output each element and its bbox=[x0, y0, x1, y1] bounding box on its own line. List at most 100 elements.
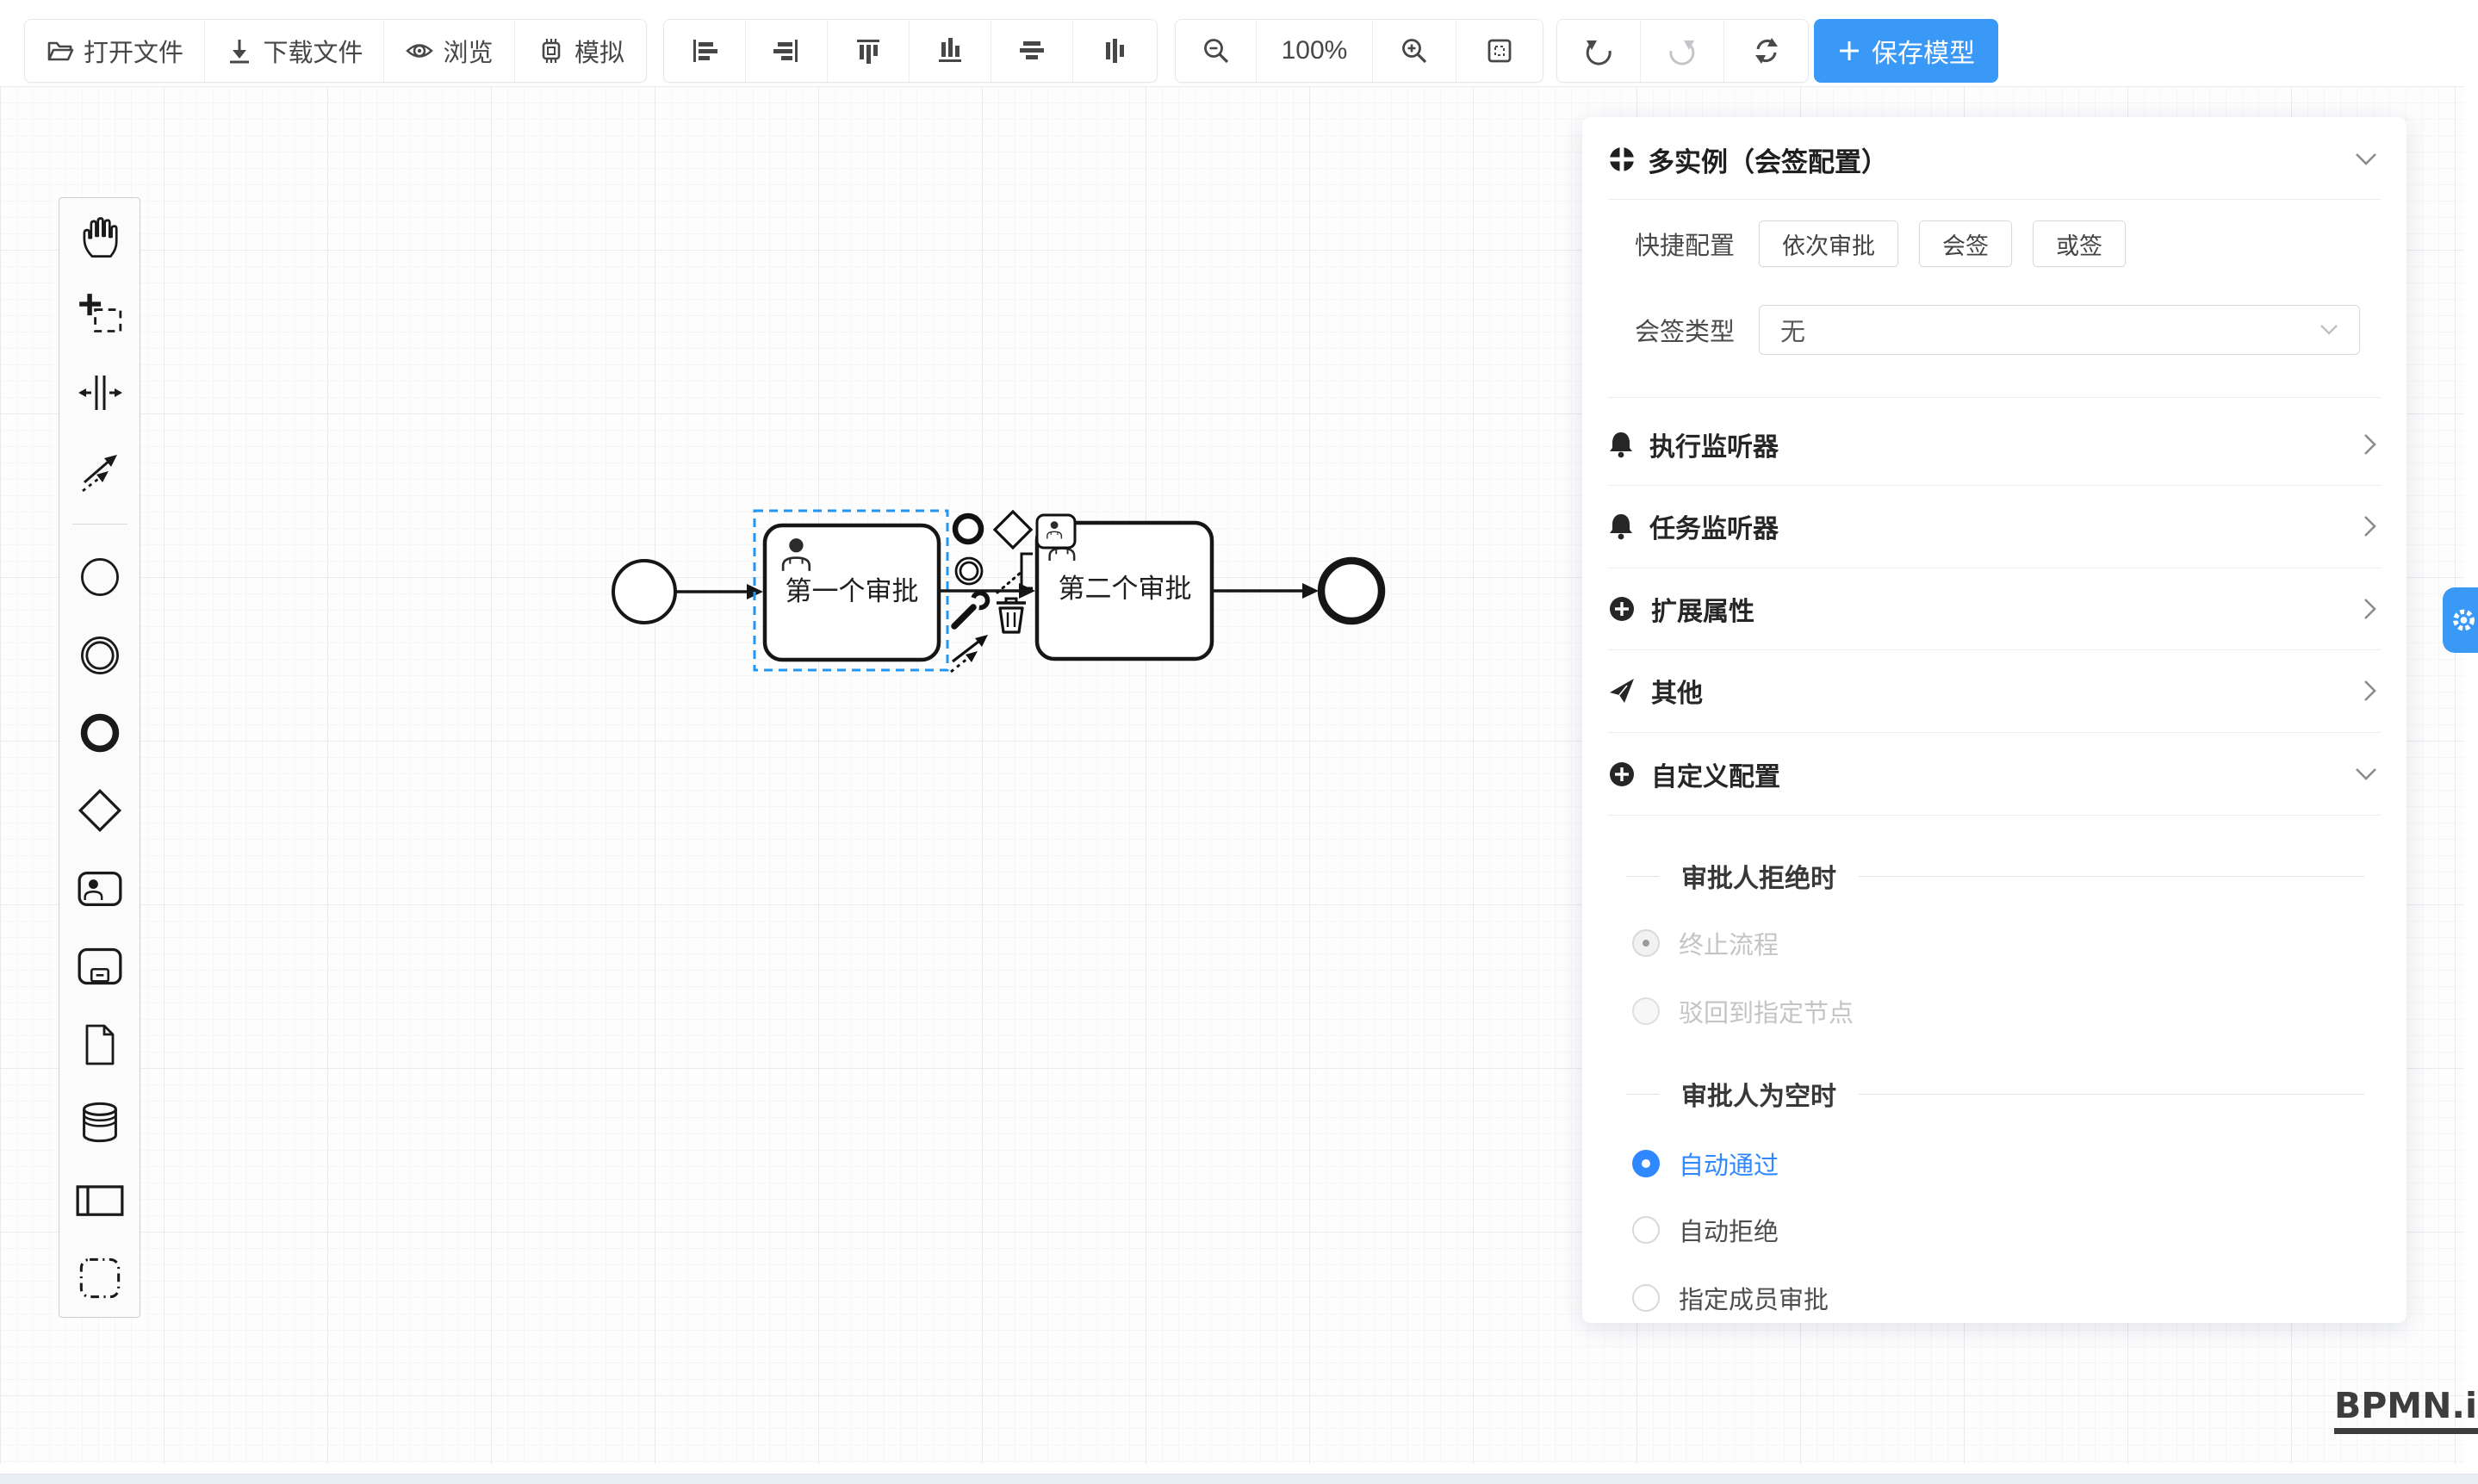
start-event-icon bbox=[78, 555, 122, 599]
plus-circle-icon bbox=[1608, 761, 1636, 788]
section-execution-listener[interactable]: 执行监听器 bbox=[1608, 419, 2377, 470]
properties-panel: 多实例（会签配置） 快捷配置 依次审批 会签 或签 会签类型 无 执行监听器 bbox=[1582, 117, 2407, 1323]
radio-return-to-node[interactable]: 驳回到指定节点 bbox=[1632, 994, 1854, 1028]
refresh-button[interactable] bbox=[1724, 20, 1808, 82]
trash-icon[interactable] bbox=[997, 599, 1026, 632]
or-sign-button[interactable]: 或签 bbox=[2033, 220, 2126, 267]
countersign-button[interactable]: 会签 bbox=[1919, 220, 2012, 267]
zoom-out-button[interactable] bbox=[1176, 20, 1257, 82]
create-data-object[interactable] bbox=[75, 1020, 125, 1070]
align-horizontal-center-button[interactable] bbox=[991, 20, 1073, 82]
group-icon bbox=[78, 1256, 122, 1301]
sequence-flow[interactable] bbox=[676, 584, 763, 599]
create-end-event[interactable] bbox=[75, 708, 125, 758]
sequence-flow[interactable] bbox=[1213, 583, 1319, 599]
preview-button[interactable]: 浏览 bbox=[384, 20, 515, 82]
section-custom-config[interactable]: 自定义配置 bbox=[1608, 748, 2377, 800]
settings-drawer-tab[interactable] bbox=[2443, 587, 2478, 653]
align-button-group bbox=[663, 19, 1158, 83]
file-button-group: 打开文件 下载文件 浏览 模拟 bbox=[24, 19, 647, 83]
zoom-in-button[interactable] bbox=[1373, 20, 1456, 82]
space-tool[interactable] bbox=[75, 368, 125, 418]
radio-designated-member[interactable]: 指定成员审批 bbox=[1632, 1281, 1829, 1315]
section-other[interactable]: 其他 bbox=[1608, 665, 2377, 717]
sign-type-value: 无 bbox=[1780, 312, 1805, 348]
folder-open-icon bbox=[46, 36, 75, 65]
task-label: 第二个审批 bbox=[1059, 574, 1192, 604]
task-label: 第一个审批 bbox=[786, 576, 919, 606]
participant-icon bbox=[76, 1177, 124, 1222]
sequential-approval-button[interactable]: 依次审批 bbox=[1759, 220, 1898, 267]
create-user-task[interactable] bbox=[75, 864, 125, 914]
horizontal-scrollbar[interactable] bbox=[0, 1474, 2478, 1484]
align-left-button[interactable] bbox=[664, 20, 746, 82]
chevron-right-icon bbox=[2363, 598, 2377, 620]
align-top-button[interactable] bbox=[828, 20, 910, 82]
open-file-button[interactable]: 打开文件 bbox=[25, 20, 205, 82]
right-edge-strip bbox=[2464, 86, 2478, 1464]
radio-auto-pass[interactable]: 自动通过 bbox=[1632, 1146, 1779, 1181]
create-subprocess[interactable] bbox=[75, 941, 125, 991]
align-bottom-button[interactable] bbox=[910, 20, 991, 82]
append-intermediate-event-icon[interactable] bbox=[956, 558, 982, 584]
undo-button[interactable] bbox=[1557, 20, 1641, 82]
radio-button[interactable] bbox=[1632, 997, 1660, 1025]
preview-label: 浏览 bbox=[443, 33, 493, 69]
panel-header[interactable]: 多实例（会签配置） bbox=[1608, 133, 2377, 186]
radio-auto-reject[interactable]: 自动拒绝 bbox=[1632, 1213, 1779, 1247]
append-text-annotation-icon[interactable] bbox=[997, 554, 1033, 593]
radio-terminate-process[interactable]: 终止流程 bbox=[1632, 926, 1779, 960]
radio-button[interactable] bbox=[1632, 929, 1660, 957]
fit-viewport-button[interactable] bbox=[1456, 20, 1543, 82]
end-event[interactable] bbox=[1321, 561, 1382, 621]
create-start-event[interactable] bbox=[75, 552, 125, 602]
append-gateway-icon[interactable] bbox=[995, 512, 1031, 548]
bpmn-io-logo: BPMN.iO bbox=[2334, 1388, 2478, 1434]
align-right-button[interactable] bbox=[746, 20, 828, 82]
simulate-button[interactable]: 模拟 bbox=[515, 20, 646, 82]
toolbar: 打开文件 下载文件 浏览 模拟 bbox=[0, 0, 2478, 86]
align-vertical-center-button[interactable] bbox=[1073, 20, 1157, 82]
divider bbox=[1608, 485, 2381, 486]
magnifier-plus-icon bbox=[1400, 36, 1429, 65]
user-task-1[interactable]: 第一个审批 bbox=[765, 525, 939, 660]
chevron-down-icon[interactable] bbox=[2355, 152, 2377, 166]
section-task-listener[interactable]: 任务监听器 bbox=[1608, 500, 2377, 552]
sign-type-select[interactable]: 无 bbox=[1759, 305, 2360, 355]
bell-icon bbox=[1608, 431, 1634, 458]
append-user-task-icon[interactable] bbox=[1037, 515, 1075, 548]
create-group[interactable] bbox=[75, 1253, 125, 1303]
sign-type-label: 会签类型 bbox=[1582, 312, 1759, 348]
connect-icon[interactable] bbox=[951, 635, 988, 672]
multi-instance-icon bbox=[1608, 146, 1636, 173]
divider bbox=[1608, 649, 2381, 650]
section-extended-properties[interactable]: 扩展属性 bbox=[1608, 583, 2377, 635]
chevron-down-icon bbox=[2320, 324, 2338, 336]
undo-icon bbox=[1583, 35, 1614, 66]
magnifier-minus-icon bbox=[1202, 36, 1231, 65]
subprocess-icon bbox=[76, 944, 124, 989]
radio-button[interactable] bbox=[1632, 1216, 1660, 1244]
create-data-store[interactable] bbox=[75, 1097, 125, 1147]
quick-config-label: 快捷配置 bbox=[1582, 226, 1759, 262]
wrench-icon[interactable] bbox=[954, 591, 990, 626]
append-end-event-icon[interactable] bbox=[955, 516, 981, 542]
create-participant[interactable] bbox=[75, 1175, 125, 1225]
lasso-tool[interactable] bbox=[75, 289, 125, 339]
create-gateway[interactable] bbox=[75, 785, 125, 835]
hand-icon bbox=[78, 214, 122, 259]
radio-button[interactable] bbox=[1632, 1284, 1660, 1312]
global-connect-tool[interactable] bbox=[75, 445, 125, 495]
space-tool-icon bbox=[78, 370, 122, 415]
start-event[interactable] bbox=[613, 561, 675, 623]
refresh-icon bbox=[1751, 35, 1782, 66]
fit-viewport-icon bbox=[1485, 36, 1514, 65]
hand-tool[interactable] bbox=[75, 212, 125, 262]
radio-button[interactable] bbox=[1632, 1150, 1660, 1177]
chevron-right-icon bbox=[2363, 515, 2377, 537]
download-file-button[interactable]: 下载文件 bbox=[205, 20, 384, 82]
panel-title: 多实例（会签配置） bbox=[1648, 140, 1888, 179]
save-model-button[interactable]: 保存模型 bbox=[1814, 19, 1998, 83]
redo-button[interactable] bbox=[1641, 20, 1724, 82]
create-intermediate-event[interactable] bbox=[75, 630, 125, 680]
